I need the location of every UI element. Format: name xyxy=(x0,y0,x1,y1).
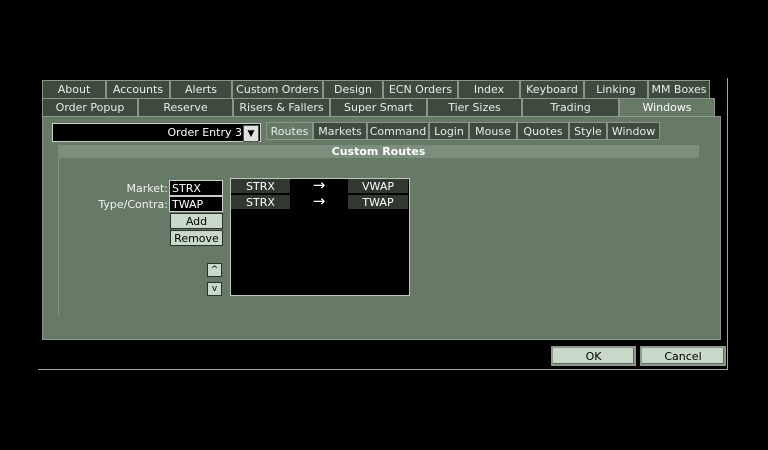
market-label: Market: xyxy=(126,182,168,195)
remove-route-button[interactable]: Remove xyxy=(170,230,223,246)
tab-mm-boxes[interactable]: MM Boxes xyxy=(648,80,710,98)
route-arrow-icon: → xyxy=(312,176,326,194)
subtab-login[interactable]: Login xyxy=(429,122,469,140)
tab-tier-sizes[interactable]: Tier Sizes xyxy=(427,98,522,116)
tab-about[interactable]: About xyxy=(42,80,106,98)
type-contra-input[interactable]: TWAP xyxy=(169,196,223,212)
tab-design[interactable]: Design xyxy=(323,80,383,98)
custom-routes-header: Custom Routes xyxy=(58,145,699,158)
tab-custom-orders[interactable]: Custom Orders xyxy=(232,80,323,98)
add-route-button[interactable]: Add xyxy=(170,213,223,229)
tab-order-popup[interactable]: Order Popup xyxy=(42,98,138,116)
window-select[interactable]: Order Entry 3 ▼ xyxy=(52,123,261,142)
route-to-cell[interactable]: VWAP xyxy=(348,179,408,193)
tab-risers-fallers[interactable]: Risers & Fallers xyxy=(233,98,330,116)
tab-linking[interactable]: Linking xyxy=(584,80,648,98)
move-up-button[interactable]: ^ xyxy=(207,263,222,277)
route-from-cell[interactable]: STRX xyxy=(231,179,290,193)
subtab-style[interactable]: Style xyxy=(569,122,607,140)
tab-windows[interactable]: Windows xyxy=(619,98,715,116)
subtab-window[interactable]: Window xyxy=(607,122,660,140)
subtab-mouse[interactable]: Mouse xyxy=(469,122,517,140)
subtab-quotes[interactable]: Quotes xyxy=(517,122,569,140)
tab-accounts[interactable]: Accounts xyxy=(106,80,170,98)
subtab-command[interactable]: Command xyxy=(367,122,429,140)
tab-reserve[interactable]: Reserve xyxy=(138,98,233,116)
chevron-down-icon[interactable]: ▼ xyxy=(243,125,259,142)
subtab-markets[interactable]: Markets xyxy=(313,122,367,140)
move-down-button[interactable]: v xyxy=(207,282,222,296)
type-contra-label: Type/Contra: xyxy=(98,198,168,211)
window-select-value: Order Entry 3 xyxy=(167,126,242,139)
tab-alerts[interactable]: Alerts xyxy=(170,80,232,98)
tab-trading[interactable]: Trading xyxy=(522,98,619,116)
tab-keyboard[interactable]: Keyboard xyxy=(520,80,584,98)
route-arrow-icon: → xyxy=(312,192,326,210)
chevron-up-icon: ^ xyxy=(210,265,219,275)
route-from-cell[interactable]: STRX xyxy=(231,195,290,209)
market-input[interactable]: STRX xyxy=(169,180,223,196)
route-to-cell[interactable]: TWAP xyxy=(348,195,408,209)
tab-ecn-orders[interactable]: ECN Orders xyxy=(383,80,458,98)
chevron-down-icon: v xyxy=(211,284,218,294)
subtab-routes[interactable]: Routes xyxy=(266,122,313,140)
tab-index[interactable]: Index xyxy=(458,80,520,98)
ok-button[interactable]: OK xyxy=(551,346,636,366)
tab-super-smart[interactable]: Super Smart xyxy=(330,98,427,116)
cancel-button[interactable]: Cancel xyxy=(640,346,726,366)
